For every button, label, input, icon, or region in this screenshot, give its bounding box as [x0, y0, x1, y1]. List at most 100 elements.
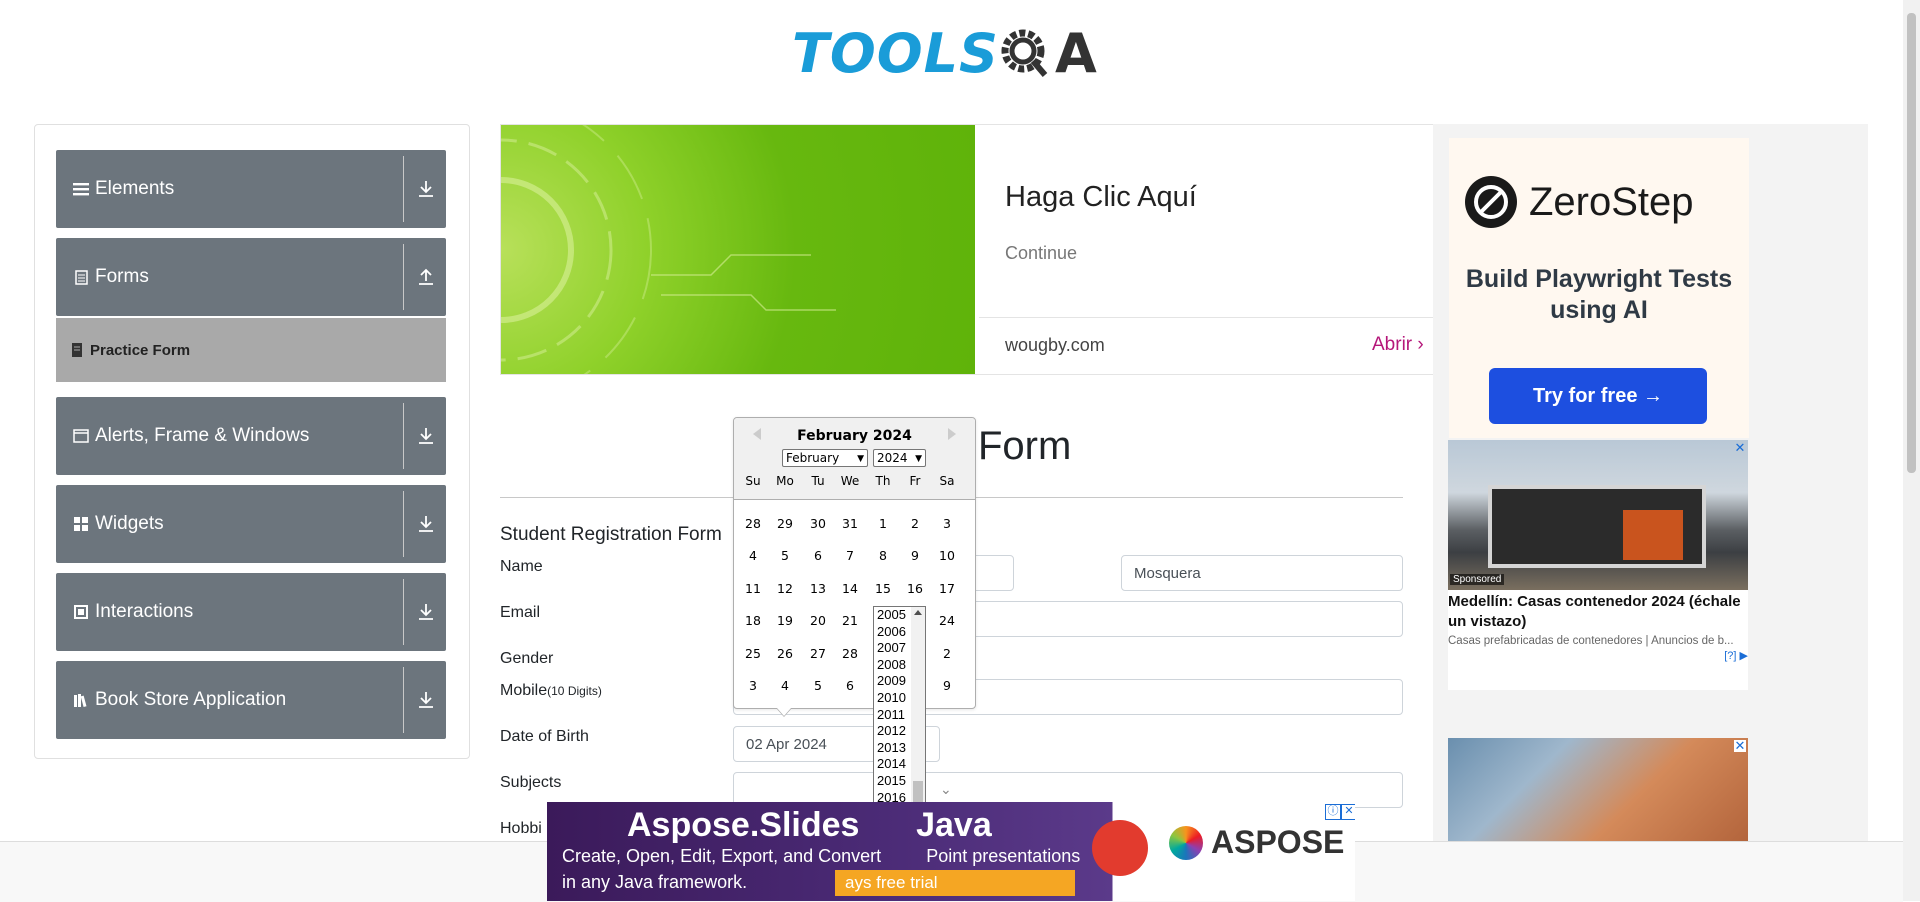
next-month-button[interactable] — [948, 428, 956, 440]
image-ad[interactable]: ✕ — [1448, 738, 1748, 851]
banner-open-link[interactable]: Abrir › — [1372, 334, 1424, 356]
calendar-day[interactable]: 9 — [931, 678, 963, 693]
calendar-day[interactable]: 6 — [834, 678, 866, 693]
calendar-day[interactable]: 12 — [769, 581, 801, 596]
calendar-day[interactable]: 14 — [834, 581, 866, 596]
calendar-day[interactable]: 30 — [802, 516, 834, 531]
ad-info-icon[interactable]: [?] ▶ — [1724, 649, 1748, 662]
close-icon[interactable]: ✕ — [1734, 739, 1746, 752]
aspose-logo-icon — [1169, 826, 1203, 860]
try-for-free-button[interactable]: Try for free → — [1489, 368, 1707, 424]
weekday-label: Su — [745, 474, 761, 488]
calendar-day[interactable]: 19 — [769, 613, 801, 628]
download-icon — [419, 428, 433, 444]
close-icon[interactable]: ✕ — [1341, 804, 1355, 820]
calendar-day[interactable]: 10 — [931, 548, 963, 563]
ad-title: Medellín: Casas contenedor 2024 (échale … — [1448, 593, 1741, 630]
calendar-day[interactable]: 2 — [899, 516, 931, 531]
mobile-label: Mobile(10 Digits) — [500, 682, 602, 699]
sidebar-item-label: Practice Form — [90, 341, 191, 359]
calendar-day[interactable]: 3 — [931, 516, 963, 531]
form-section-title: Student Registration Form — [500, 524, 722, 545]
chevron-down-icon: ▼ — [857, 454, 864, 464]
calendar-day[interactable]: 1 — [867, 516, 899, 531]
calendar-day[interactable]: 25 — [737, 646, 769, 661]
free-trial-button[interactable]: ays free trial — [835, 870, 1075, 896]
chevron-right-icon: › — [1417, 334, 1424, 355]
weekday-label: Mo — [776, 474, 794, 488]
widgets-icon — [72, 515, 90, 533]
banner-subtitle: Continue — [1005, 243, 1078, 263]
page-scroll-thumb[interactable] — [1907, 13, 1916, 473]
weekday-label: Th — [875, 474, 891, 488]
calendar-day[interactable]: 28 — [834, 646, 866, 661]
ad-info-icon[interactable]: ⓘ — [1325, 804, 1341, 820]
year-select[interactable]: 2024 ▼ — [873, 449, 926, 467]
books-icon — [72, 691, 90, 709]
page-title: Form — [978, 424, 1072, 468]
page-scrollbar[interactable] — [1903, 0, 1920, 901]
dob-label: Date of Birth — [500, 728, 589, 745]
calendar-day[interactable]: 20 — [802, 613, 834, 628]
zerostep-name: ZeroStep — [1529, 180, 1694, 224]
calendar-day[interactable]: 24 — [931, 613, 963, 628]
calendar-day[interactable]: 13 — [802, 581, 834, 596]
calendar-day[interactable]: 4 — [737, 548, 769, 563]
calendar-day[interactable]: 6 — [802, 548, 834, 563]
sidebar-group-elements[interactable]: Elements — [56, 150, 446, 228]
form-icon — [72, 268, 90, 286]
sidebar-group-alerts[interactable]: Alerts, Frame & Windows — [56, 397, 446, 475]
calendar-day[interactable]: 2 — [931, 646, 963, 661]
calendar-day[interactable]: 28 — [737, 516, 769, 531]
file-icon — [72, 343, 82, 357]
banner-title: Haga Clic Aquí — [1005, 181, 1197, 213]
logo-a-text: A — [1054, 21, 1097, 85]
container-house-ad[interactable]: Sponsored ✕ Medellín: Casas contenedor 2… — [1448, 440, 1748, 690]
zerostep-ad[interactable]: ZeroStep Build Playwright Tests using AI… — [1449, 138, 1749, 438]
calendar-day[interactable]: 21 — [834, 613, 866, 628]
calendar-day[interactable]: 29 — [769, 516, 801, 531]
download-icon — [419, 604, 433, 620]
month-select[interactable]: February ▼ — [782, 449, 868, 467]
calendar-day[interactable]: 9 — [899, 548, 931, 563]
last-name-input[interactable]: Mosquera — [1121, 555, 1403, 591]
calendar-day[interactable]: 18 — [737, 613, 769, 628]
calendar-day[interactable]: 17 — [931, 581, 963, 596]
ad-description: Casas prefabricadas de contenedores | An… — [1448, 635, 1734, 647]
calendar-day[interactable]: 16 — [899, 581, 931, 596]
calendar-day[interactable]: 4 — [769, 678, 801, 693]
sidebar-group-bookstore[interactable]: Book Store Application — [56, 661, 446, 739]
banner-url: wougby.com — [1005, 335, 1105, 355]
aspose-bottom-ad[interactable]: Aspose.Slides Java Create, Open, Edit, E… — [547, 802, 1355, 901]
weekday-label: We — [840, 474, 860, 488]
mobile-hint: (10 Digits) — [547, 684, 602, 698]
calendar-day[interactable]: 3 — [737, 678, 769, 693]
sidebar-item-practice-form[interactable]: Practice Form — [56, 318, 446, 382]
subjects-label: Subjects — [500, 774, 562, 791]
sidebar-group-widgets[interactable]: Widgets — [56, 485, 446, 563]
calendar-day[interactable]: 31 — [834, 516, 866, 531]
sidebar-group-forms[interactable]: Forms — [56, 238, 446, 316]
calendar-day[interactable]: 11 — [737, 581, 769, 596]
aspose-brand: ASPOSE — [1211, 824, 1345, 860]
sidebar-group-label: Widgets — [95, 513, 164, 534]
java-logo-icon — [1092, 820, 1148, 876]
calendar-day[interactable]: 5 — [802, 678, 834, 693]
sidebar-group-label: Alerts, Frame & Windows — [95, 425, 310, 446]
sidebar-group-label: Elements — [95, 178, 175, 199]
toolsqa-logo[interactable]: TOOLS A — [792, 14, 1114, 92]
calendar-day[interactable]: 7 — [834, 548, 866, 563]
banner-ad[interactable]: Haga Clic Aquí Continue wougby.com Abrir… — [500, 124, 1435, 375]
calendar-day[interactable]: 26 — [769, 646, 801, 661]
calendar-day[interactable]: 5 — [769, 548, 801, 563]
calendar-day[interactable]: 8 — [867, 548, 899, 563]
ad-line-2: in any Java framework. — [562, 872, 748, 892]
upload-icon — [419, 268, 433, 285]
scroll-up-icon[interactable] — [914, 610, 922, 615]
calendar-day[interactable]: 27 — [802, 646, 834, 661]
zerostep-logo-icon — [1465, 176, 1517, 228]
sidebar-group-interactions[interactable]: Interactions — [56, 573, 446, 651]
close-icon[interactable]: ✕ — [1734, 441, 1746, 454]
sidebar-group-label: Forms — [95, 266, 149, 287]
calendar-day[interactable]: 15 — [867, 581, 899, 596]
